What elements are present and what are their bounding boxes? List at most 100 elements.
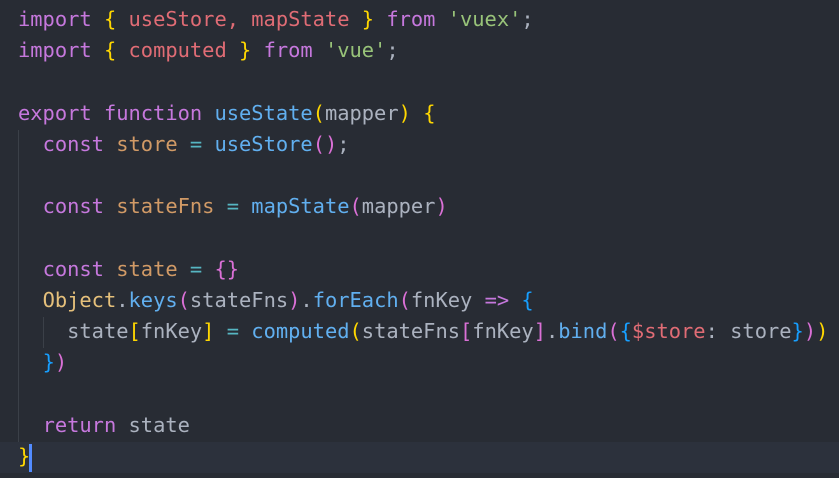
code-token: =	[189, 256, 203, 281]
code-token: ;	[337, 131, 350, 156]
code-token: $store	[631, 319, 706, 343]
code-token: :	[705, 319, 718, 343]
code-token: mapper	[324, 100, 399, 125]
code-token: computed	[116, 38, 239, 63]
code-token: ;	[521, 7, 534, 31]
code-token: return	[42, 412, 117, 437]
code-token: =	[189, 131, 203, 156]
code-token: {	[423, 100, 436, 125]
code-token: )	[288, 287, 301, 312]
code-token: {	[521, 287, 534, 312]
code-token: useStore	[214, 131, 313, 156]
code-token: (	[349, 319, 362, 343]
code-line[interactable]: import { computed } from 'vue';	[18, 35, 399, 66]
code-token: {	[103, 38, 117, 63]
code-token: =	[226, 194, 240, 219]
code-token: ;	[386, 38, 399, 63]
code-token: fnKey	[472, 319, 534, 343]
code-token: }	[361, 7, 375, 31]
code-token: state	[116, 256, 178, 281]
code-line[interactable]: state[fnKey] = computed(stateFns[fnKey].…	[18, 316, 828, 347]
code-token: {	[619, 319, 632, 343]
code-token: import	[18, 38, 92, 63]
text-cursor	[29, 444, 32, 472]
code-token: )	[803, 319, 817, 343]
code-token: )	[54, 350, 68, 375]
code-line[interactable]: const stateFns = mapState(mapper)	[18, 191, 448, 222]
code-token: {	[103, 7, 117, 31]
code-token: .	[116, 287, 129, 312]
code-token: stateFns	[189, 287, 289, 312]
code-token: (	[398, 287, 411, 312]
code-token: [	[460, 319, 473, 343]
code-token: )	[435, 194, 448, 219]
code-token: =	[226, 319, 240, 343]
code-token: const	[42, 256, 104, 281]
code-token: keys	[128, 287, 178, 312]
code-token: ]	[202, 319, 215, 343]
code-line[interactable]: export function useState(mapper) {	[18, 98, 435, 129]
code-line[interactable]: return state	[18, 410, 190, 441]
code-token: useState	[214, 100, 313, 125]
code-token: mapper	[361, 194, 436, 219]
code-token: )	[398, 100, 411, 125]
code-token: forEach	[312, 287, 399, 312]
code-token: from	[263, 38, 313, 63]
code-token: }	[239, 38, 252, 63]
code-token: stateFns	[116, 194, 215, 219]
code-token: import	[18, 7, 92, 31]
code-line[interactable]: Object.keys(stateFns).forEach(fnKey => {	[18, 285, 534, 316]
code-token: computed	[251, 319, 350, 343]
code-token: Object	[42, 287, 117, 312]
current-line-highlight	[0, 442, 839, 473]
code-token: from	[386, 7, 436, 31]
code-token: mapState	[251, 194, 350, 219]
code-token: store	[116, 131, 178, 156]
code-token: [	[128, 319, 141, 343]
code-token: fnKey	[410, 287, 473, 312]
code-token: 'vue'	[324, 38, 387, 63]
code-token: state	[116, 412, 190, 437]
code-token: const	[42, 194, 104, 219]
code-editor[interactable]: import { useStore, mapState } from 'vuex…	[0, 0, 839, 478]
code-token: }	[791, 319, 804, 343]
code-token: }	[42, 350, 55, 375]
code-token: (	[349, 194, 362, 219]
code-token: ]	[533, 319, 546, 343]
code-line[interactable]: import { useStore, mapState } from 'vuex…	[18, 4, 534, 35]
code-line[interactable]: const store = useStore();	[18, 129, 350, 160]
code-token: state	[67, 319, 129, 343]
code-token: (	[177, 287, 190, 312]
code-line[interactable]: const state = {}	[18, 254, 239, 285]
code-token: useStore, mapState	[116, 7, 362, 31]
code-token: function	[103, 100, 203, 125]
code-token: .	[300, 287, 313, 312]
code-line[interactable]: })	[18, 347, 68, 378]
code-token: )	[816, 319, 829, 343]
